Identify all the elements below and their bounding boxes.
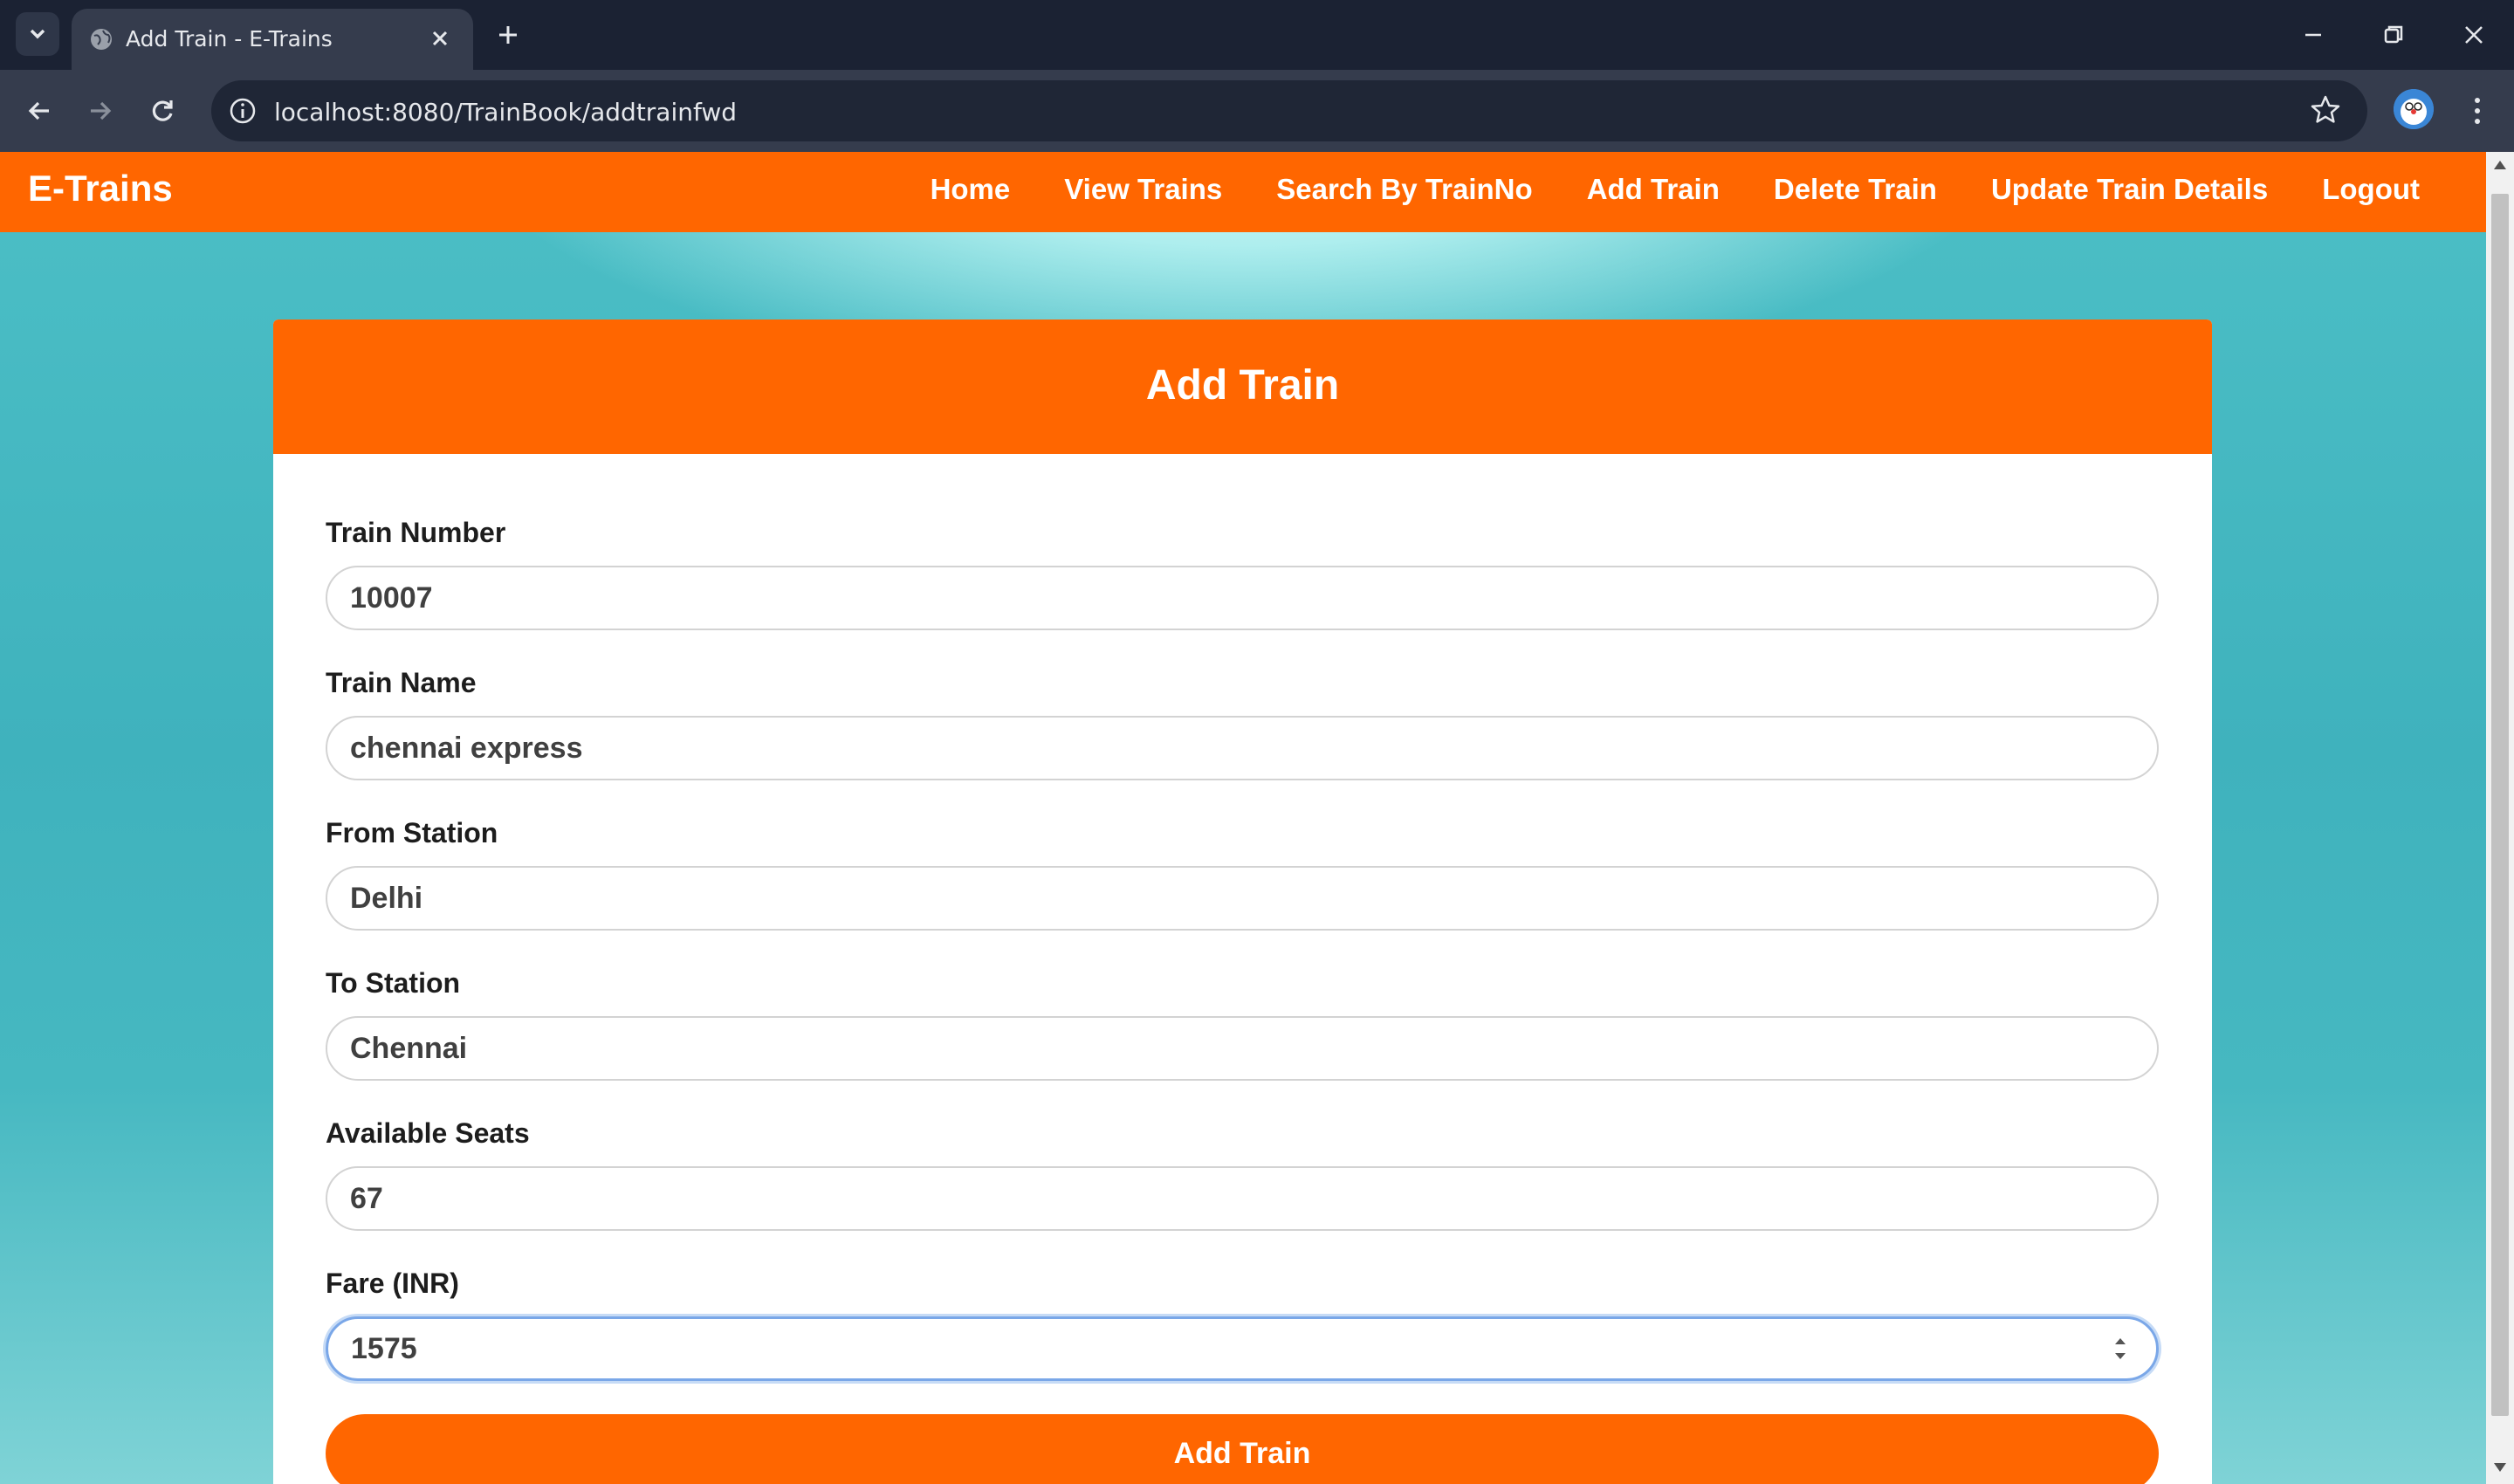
train-name-input[interactable] <box>326 716 2159 780</box>
site-nav-links: Home View Trains Search By TrainNo Add T… <box>931 173 2420 206</box>
add-train-button[interactable]: Add Train <box>326 1414 2159 1484</box>
tab-search-button[interactable] <box>16 12 59 56</box>
browser-tab-active[interactable]: Add Train - E-Trains <box>72 9 473 70</box>
browser-menu-icon[interactable] <box>2460 91 2495 131</box>
available-seats-input[interactable] <box>326 1166 2159 1231</box>
close-window-icon[interactable] <box>2455 16 2493 54</box>
train-name-label: Train Name <box>326 667 477 698</box>
fare-label: Fare (INR) <box>326 1268 459 1299</box>
nav-search-by-trainno[interactable]: Search By TrainNo <box>1276 173 1532 206</box>
url-text: localhost:8080/TrainBook/addtrainfwd <box>274 98 738 127</box>
to-station-label: To Station <box>326 967 461 999</box>
from-station-label: From Station <box>326 817 498 848</box>
scroll-down-arrow-icon[interactable] <box>2494 1463 2506 1472</box>
nav-delete-train[interactable]: Delete Train <box>1774 173 1937 206</box>
nav-logout[interactable]: Logout <box>2322 173 2420 206</box>
tab-title: Add Train - E-Trains <box>126 26 333 52</box>
site-navbar: E-Trains Home View Trains Search By Trai… <box>0 152 2486 232</box>
page-viewport: E-Trains Home View Trains Search By Trai… <box>0 152 2486 1484</box>
fare-input[interactable] <box>326 1316 2159 1381</box>
available-seats-label: Available Seats <box>326 1117 530 1149</box>
nav-home[interactable]: Home <box>931 173 1011 206</box>
forward-arrow-icon[interactable] <box>79 89 122 133</box>
site-info-icon[interactable] <box>223 92 262 130</box>
close-tab-icon[interactable] <box>424 23 456 54</box>
profile-face-icon <box>2394 89 2434 129</box>
browser-toolbar: localhost:8080/TrainBook/addtrainfwd <box>0 70 2514 152</box>
add-train-card: Add Train Train Number Train Name From S… <box>273 319 2212 1484</box>
back-arrow-icon[interactable] <box>17 89 61 133</box>
address-bar[interactable]: localhost:8080/TrainBook/addtrainfwd <box>211 80 2367 141</box>
reload-icon[interactable] <box>141 89 185 133</box>
minimize-icon[interactable] <box>2294 16 2332 54</box>
number-spinner-icon[interactable] <box>2110 1329 2131 1368</box>
scroll-up-arrow-icon[interactable] <box>2494 161 2506 169</box>
to-station-input[interactable] <box>326 1016 2159 1081</box>
globe-icon <box>91 29 112 50</box>
nav-add-train[interactable]: Add Train <box>1587 173 1720 206</box>
page-scrollbar[interactable] <box>2486 152 2514 1484</box>
profile-avatar[interactable] <box>2394 89 2434 129</box>
train-number-input[interactable] <box>326 566 2159 630</box>
new-tab-icon[interactable] <box>491 17 525 52</box>
site-brand[interactable]: E-Trains <box>28 168 173 210</box>
chevron-down-icon <box>30 29 45 39</box>
from-station-input[interactable] <box>326 866 2159 931</box>
restore-icon[interactable] <box>2374 16 2413 54</box>
scrollbar-thumb[interactable] <box>2491 194 2509 1416</box>
form-title: Add Train <box>1145 362 1340 409</box>
browser-tab-bar: Add Train - E-Trains <box>0 0 2514 70</box>
train-number-label: Train Number <box>326 517 506 548</box>
nav-update-train-details[interactable]: Update Train Details <box>1991 173 2268 206</box>
bookmark-star-icon[interactable] <box>2308 93 2343 127</box>
nav-view-trains[interactable]: View Trains <box>1064 173 1222 206</box>
card-header: Add Train <box>273 319 2212 454</box>
